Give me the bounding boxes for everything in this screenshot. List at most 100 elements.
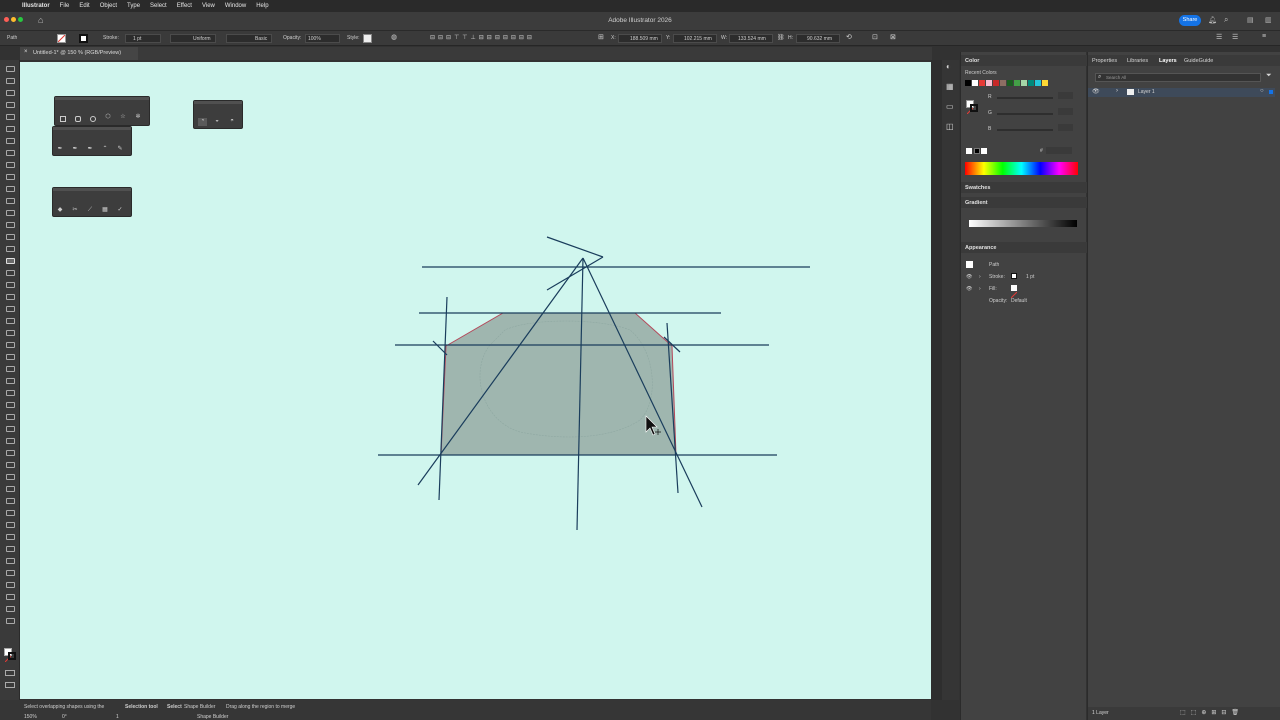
gradient-panel-icon[interactable]: ▭ xyxy=(946,102,954,111)
transform-icon[interactable]: ⟲ xyxy=(846,33,852,41)
menu-window[interactable]: Window xyxy=(225,3,246,9)
recent-color-swatch[interactable] xyxy=(1007,80,1013,86)
layer-target-icon[interactable]: ○ xyxy=(1260,88,1264,94)
snap-icon[interactable]: ⊠ xyxy=(890,33,896,41)
live-paint-selection-icon[interactable]: ◓ xyxy=(229,118,235,124)
rotation-value[interactable]: 0° xyxy=(62,714,67,720)
selection-tool-icon[interactable] xyxy=(6,66,15,72)
layer-selection-indicator[interactable] xyxy=(1269,90,1273,94)
smooth-tool-icon[interactable] xyxy=(6,462,15,468)
menu-effect[interactable]: Effect xyxy=(177,3,192,9)
knife-icon[interactable]: ⟋ xyxy=(87,207,93,213)
w-field[interactable]: 133.524 mm xyxy=(729,34,773,43)
expand-stroke-icon[interactable]: › xyxy=(979,274,981,280)
menu-view[interactable]: View xyxy=(202,3,215,9)
color-panel-icon[interactable]: ◐ xyxy=(946,62,951,71)
anchor-point-icon[interactable]: ⌃ xyxy=(102,146,108,152)
line-tool-icon[interactable] xyxy=(6,150,15,156)
appearance-fill-label[interactable]: Fill: xyxy=(989,286,997,292)
panel-options-icon[interactable]: ☰ xyxy=(1216,33,1222,41)
b-value-field[interactable] xyxy=(1058,124,1073,131)
width-tool-icon[interactable] xyxy=(6,234,15,240)
menu-type[interactable]: Type xyxy=(127,3,140,9)
appearance-opacity-label[interactable]: Opacity: xyxy=(989,298,1007,304)
delete-anchor-icon[interactable]: ✒ xyxy=(87,146,93,152)
b-slider[interactable] xyxy=(997,129,1053,131)
measure-tool-icon[interactable] xyxy=(6,570,15,576)
mesh-tool-icon[interactable] xyxy=(6,282,15,288)
tab-layers[interactable]: Layers xyxy=(1159,58,1177,64)
paintbrush-tool-icon[interactable] xyxy=(6,174,15,180)
screen-mode-icon[interactable] xyxy=(5,682,15,688)
layer-action-icons[interactable]: ⬚⬚⊕⊞⊟🗑︎ xyxy=(1180,709,1244,716)
rectangle-tool-icon[interactable] xyxy=(6,162,15,168)
eye-icon[interactable]: 👁︎ xyxy=(966,274,972,280)
color-panel-tab[interactable]: Color xyxy=(965,58,979,64)
black-swatch[interactable] xyxy=(974,148,980,154)
pen-icon[interactable]: ✒ xyxy=(57,146,63,152)
live-paint-bucket-icon[interactable]: ◒ xyxy=(214,118,220,124)
eraser-tool-icon[interactable] xyxy=(6,198,15,204)
pen-tool-icon[interactable] xyxy=(6,114,15,120)
rotate-tool-icon[interactable] xyxy=(6,210,15,216)
gradient-preview[interactable] xyxy=(969,220,1077,227)
join-tool-icon[interactable] xyxy=(6,486,15,492)
live-paint-tool-icon[interactable] xyxy=(6,582,15,588)
crystallize-tool-icon[interactable] xyxy=(6,546,15,552)
tab-guideguide[interactable]: GuideGuide xyxy=(1184,58,1213,64)
rectangle-icon[interactable] xyxy=(60,116,66,122)
fill-swatch[interactable] xyxy=(57,34,66,43)
flare-icon[interactable]: ✲ xyxy=(135,114,141,120)
recent-color-swatch[interactable] xyxy=(965,80,971,86)
color-stroke-swatch[interactable] xyxy=(970,104,978,112)
artboard-canvas[interactable]: ⬡ ☆ ✲ ✒ ✒ ✒ ⌃ ✎ ◔ ◒ ◓ ◆ ✂ ⟋ ▦ ✓ xyxy=(20,62,931,699)
eye-icon-fill[interactable]: 👁︎ xyxy=(966,286,972,292)
bloat-tool-icon[interactable] xyxy=(6,534,15,540)
zoom-tool-icon[interactable] xyxy=(6,390,15,396)
white-swatch[interactable] xyxy=(981,148,987,154)
star-icon[interactable]: ☆ xyxy=(120,114,126,120)
artboard-number[interactable]: 1 xyxy=(116,714,119,720)
hex-field[interactable] xyxy=(1046,147,1072,154)
stroke-swatch[interactable] xyxy=(79,34,88,43)
recent-color-swatch[interactable] xyxy=(979,80,985,86)
pucker-tool-icon[interactable] xyxy=(6,522,15,528)
knife-tool-icon[interactable] xyxy=(6,426,15,432)
menu-help[interactable]: Help xyxy=(256,3,268,9)
appearance-stroke-swatch[interactable] xyxy=(1011,273,1017,279)
layer-expand-icon[interactable]: › xyxy=(1116,88,1118,94)
ellipse-icon[interactable] xyxy=(90,116,96,122)
print-tiling-tool-icon[interactable] xyxy=(6,606,15,612)
shaper-tool-icon[interactable] xyxy=(6,414,15,420)
opacity-field[interactable]: 100% xyxy=(305,34,340,43)
wrinkle-tool-icon[interactable] xyxy=(6,558,15,564)
recolor-icon[interactable]: ◍ xyxy=(391,33,397,41)
swatches-panel-header[interactable]: Swatches xyxy=(961,182,1087,193)
shape-builder-tool-icon[interactable] xyxy=(6,258,15,264)
h-field[interactable]: 90.632 mm xyxy=(796,34,840,43)
layer-name[interactable]: Layer 1 xyxy=(1138,89,1155,95)
slice-tool-icon[interactable] xyxy=(6,366,15,372)
pencil-tool-icon[interactable] xyxy=(6,186,15,192)
x-field[interactable]: 188.509 mm xyxy=(618,34,662,43)
g-value-field[interactable] xyxy=(1058,108,1073,115)
transform-reference-icon[interactable]: ⊞ xyxy=(598,33,604,41)
workspace-icon[interactable]: ▥ xyxy=(1265,16,1272,24)
gradient-panel-header[interactable]: Gradient xyxy=(961,197,1087,208)
scale-tool-icon[interactable] xyxy=(6,222,15,228)
close-tab-icon[interactable]: × xyxy=(24,49,28,55)
drawing-mode-icon[interactable] xyxy=(5,670,15,676)
app-menu[interactable]: Illustrator xyxy=(22,3,50,9)
layers-search-input[interactable]: ⌕ Search All xyxy=(1095,73,1261,82)
recent-color-swatch[interactable] xyxy=(1000,80,1006,86)
perspective-grid-tool-icon[interactable] xyxy=(6,270,15,276)
shaper-icon[interactable]: ✓ xyxy=(117,207,123,213)
stroke-weight-field[interactable]: 1 pt xyxy=(125,34,161,43)
control-bar-menu-icon[interactable]: ☰ xyxy=(1232,33,1238,41)
recent-color-swatch[interactable] xyxy=(1042,80,1048,86)
menu-select[interactable]: Select xyxy=(150,3,167,9)
search-icon[interactable]: ⌕ xyxy=(1224,15,1228,25)
y-field[interactable]: 102.215 mm xyxy=(673,34,717,43)
rounded-rectangle-icon[interactable] xyxy=(75,116,81,122)
none-swatch[interactable] xyxy=(966,148,972,154)
